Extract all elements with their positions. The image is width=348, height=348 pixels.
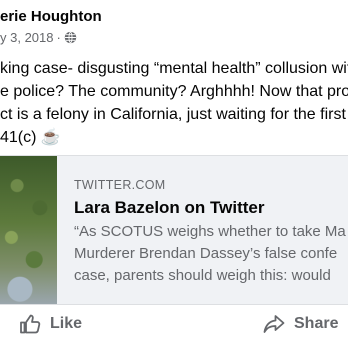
like-label: Like <box>50 315 83 332</box>
post-action-bar: Like Share <box>0 308 348 342</box>
post-meta: y 3, 2018 · <box>0 30 77 45</box>
link-domain: TWITTER.COM <box>74 178 166 192</box>
globe-icon <box>64 31 77 44</box>
link-description-line: Murderer Brendan Dassey’s false confe <box>74 245 338 262</box>
post-text-line: ct is a felony in California, just waiti… <box>0 106 348 123</box>
link-title[interactable]: Lara Bazelon on Twitter <box>74 198 348 218</box>
thumbs-up-icon <box>20 314 41 334</box>
like-button[interactable]: Like <box>18 312 82 336</box>
share-label: Share <box>294 315 339 332</box>
post-text-line: e police? The community? Arghhhh! Now th… <box>0 83 348 100</box>
link-description: “As SCOTUS weighs whether to take Ma Mur… <box>74 221 348 287</box>
post-text: king case- disgusting “mental health” co… <box>0 57 348 149</box>
post-text-line: king case- disgusting “mental health” co… <box>0 60 348 77</box>
link-description-line: “As SCOTUS weighs whether to take Ma <box>74 223 346 240</box>
post-author-name[interactable]: erie Houghton <box>0 8 102 25</box>
meta-separator: · <box>56 30 61 45</box>
share-arrow-icon <box>263 315 285 333</box>
link-preview-card[interactable]: TWITTER.COM Lara Bazelon on Twitter “As … <box>0 155 348 305</box>
post-text-line: 41(c) ☕ <box>0 129 61 146</box>
link-thumbnail-image[interactable] <box>0 156 57 304</box>
post-date[interactable]: y 3, 2018 <box>0 30 54 45</box>
share-button[interactable]: Share <box>262 312 338 336</box>
link-card-body: TWITTER.COM Lara Bazelon on Twitter “As … <box>74 178 348 287</box>
link-description-line: case, parents should weigh this: would <box>74 267 331 284</box>
